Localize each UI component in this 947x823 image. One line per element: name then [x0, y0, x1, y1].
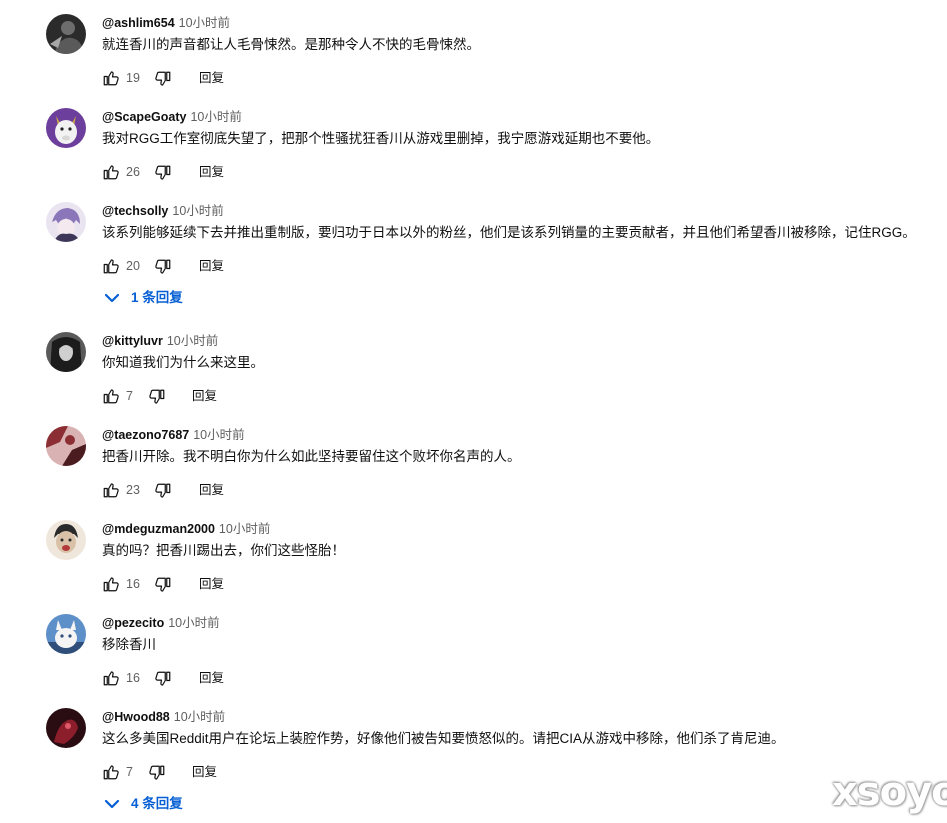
like-count: 16	[126, 671, 140, 685]
comment-text: 这么多美国Reddit用户在论坛上装腔作势，好像他们被告知要愤怒似的。请把CIA…	[102, 731, 785, 746]
avatar-person-photo-icon	[46, 520, 86, 560]
avatar[interactable]	[46, 708, 86, 748]
thumbs-down-icon[interactable]	[148, 764, 166, 782]
author-name[interactable]: @ScapeGoaty	[102, 110, 186, 124]
avatar[interactable]	[46, 426, 86, 466]
comment-time[interactable]: 10小时前	[179, 16, 230, 30]
comment-text: 你知道我们为什么来这里。	[102, 355, 264, 370]
like-count: 16	[126, 577, 140, 591]
avatar-white-creature-icon	[46, 614, 86, 654]
like-count: 7	[126, 389, 133, 403]
thumbs-up-icon[interactable]	[102, 387, 120, 405]
comment-time[interactable]: 10小时前	[190, 110, 241, 124]
comment-text: 就连香川的声音都让人毛骨悚然。是那种令人不快的毛骨悚然。	[102, 37, 480, 52]
thumbs-down-icon[interactable]	[154, 670, 172, 688]
thumbs-up-icon[interactable]	[102, 257, 120, 275]
view-replies-label: 1 条回复	[131, 290, 183, 305]
thumbs-down-icon[interactable]	[154, 576, 172, 594]
reply-button[interactable]: 回复	[199, 576, 224, 592]
reply-button[interactable]: 回复	[192, 764, 217, 780]
like-count: 26	[126, 165, 140, 179]
comment-header: @kittyluvr 10小时前	[102, 332, 218, 350]
avatar[interactable]	[46, 332, 86, 372]
thumbs-down-icon[interactable]	[154, 70, 172, 88]
comment-header: @techsolly 10小时前	[102, 202, 224, 220]
avatar[interactable]	[46, 520, 86, 560]
comment-time[interactable]: 10小时前	[174, 710, 225, 724]
thumbs-up-icon[interactable]	[102, 163, 120, 181]
comment-time[interactable]: 10小时前	[193, 428, 244, 442]
like-count: 19	[126, 71, 140, 85]
comment-time[interactable]: 10小时前	[219, 522, 270, 536]
comment-actions: 23 回复	[102, 479, 262, 503]
avatar[interactable]	[46, 202, 86, 242]
avatar-anime-character-icon	[46, 202, 86, 242]
comment-actions: 16 回复	[102, 573, 262, 597]
author-name[interactable]: @taezono7687	[102, 428, 189, 442]
reply-button[interactable]: 回复	[192, 388, 217, 404]
comment-text: 把香川开除。我不明白你为什么如此坚持要留住这个败坏你名声的人。	[102, 449, 521, 464]
comment-header: @pezecito 10小时前	[102, 614, 220, 632]
avatar-white-goat-icon	[46, 108, 86, 148]
author-name[interactable]: @techsolly	[102, 204, 168, 218]
thumbs-up-icon[interactable]	[102, 575, 120, 593]
avatar-dark-hair-portrait-icon	[46, 332, 86, 372]
thumbs-down-icon[interactable]	[154, 482, 172, 500]
comment-time[interactable]: 10小时前	[172, 204, 223, 218]
avatar-dark-figure-icon	[46, 14, 86, 54]
comment-text: 该系列能够延续下去并推出重制版，要归功于日本以外的粉丝，他们是该系列销量的主要贡…	[102, 225, 916, 240]
avatar-dark-red-art-icon	[46, 708, 86, 748]
comment-header: @ashlim654 10小时前	[102, 14, 230, 32]
comment-actions: 7 回复	[102, 385, 262, 409]
comment-actions: 19 回复	[102, 67, 262, 91]
reply-button[interactable]: 回复	[199, 70, 224, 86]
avatar[interactable]	[46, 14, 86, 54]
chevron-down-icon	[104, 293, 120, 303]
avatar[interactable]	[46, 108, 86, 148]
reply-button[interactable]: 回复	[199, 258, 224, 274]
comment-header: @Hwood88 10小时前	[102, 708, 225, 726]
author-name[interactable]: @Hwood88	[102, 710, 170, 724]
like-count: 20	[126, 259, 140, 273]
chevron-down-icon	[104, 799, 120, 809]
author-name[interactable]: @ashlim654	[102, 16, 175, 30]
thumbs-up-icon[interactable]	[102, 69, 120, 87]
comment-actions: 20 回复	[102, 255, 262, 279]
comment-time[interactable]: 10小时前	[167, 334, 218, 348]
watermark-logo: xsoyo	[832, 769, 947, 815]
like-count: 23	[126, 483, 140, 497]
thumbs-up-icon[interactable]	[102, 763, 120, 781]
author-name[interactable]: @kittyluvr	[102, 334, 163, 348]
like-count: 7	[126, 765, 133, 779]
author-name[interactable]: @mdeguzman2000	[102, 522, 215, 536]
thumbs-down-icon[interactable]	[154, 258, 172, 276]
comment-text: 我对RGG工作室彻底失望了，把那个性骚扰狂香川从游戏里删掉，我宁愿游戏延期也不要…	[102, 131, 660, 146]
author-name[interactable]: @pezecito	[102, 616, 164, 630]
comment-header: @mdeguzman2000 10小时前	[102, 520, 270, 538]
thumbs-down-icon[interactable]	[154, 164, 172, 182]
comment-text: 真的吗？把香川踢出去，你们这些怪胎！	[102, 543, 345, 558]
comment-actions: 7 回复	[102, 761, 262, 785]
comment-text: 移除香川	[102, 637, 156, 652]
thumbs-up-icon[interactable]	[102, 669, 120, 687]
thumbs-up-icon[interactable]	[102, 481, 120, 499]
reply-button[interactable]: 回复	[199, 482, 224, 498]
reply-button[interactable]: 回复	[199, 164, 224, 180]
avatar-red-art-icon	[46, 426, 86, 466]
avatar[interactable]	[46, 614, 86, 654]
comment-actions: 26 回复	[102, 161, 262, 185]
reply-button[interactable]: 回复	[199, 670, 224, 686]
view-replies-label: 4 条回复	[131, 796, 183, 811]
comment-header: @ScapeGoaty 10小时前	[102, 108, 242, 126]
thumbs-down-icon[interactable]	[148, 388, 166, 406]
comment-header: @taezono7687 10小时前	[102, 426, 245, 444]
comment-actions: 16 回复	[102, 667, 262, 691]
comment-time[interactable]: 10小时前	[168, 616, 219, 630]
